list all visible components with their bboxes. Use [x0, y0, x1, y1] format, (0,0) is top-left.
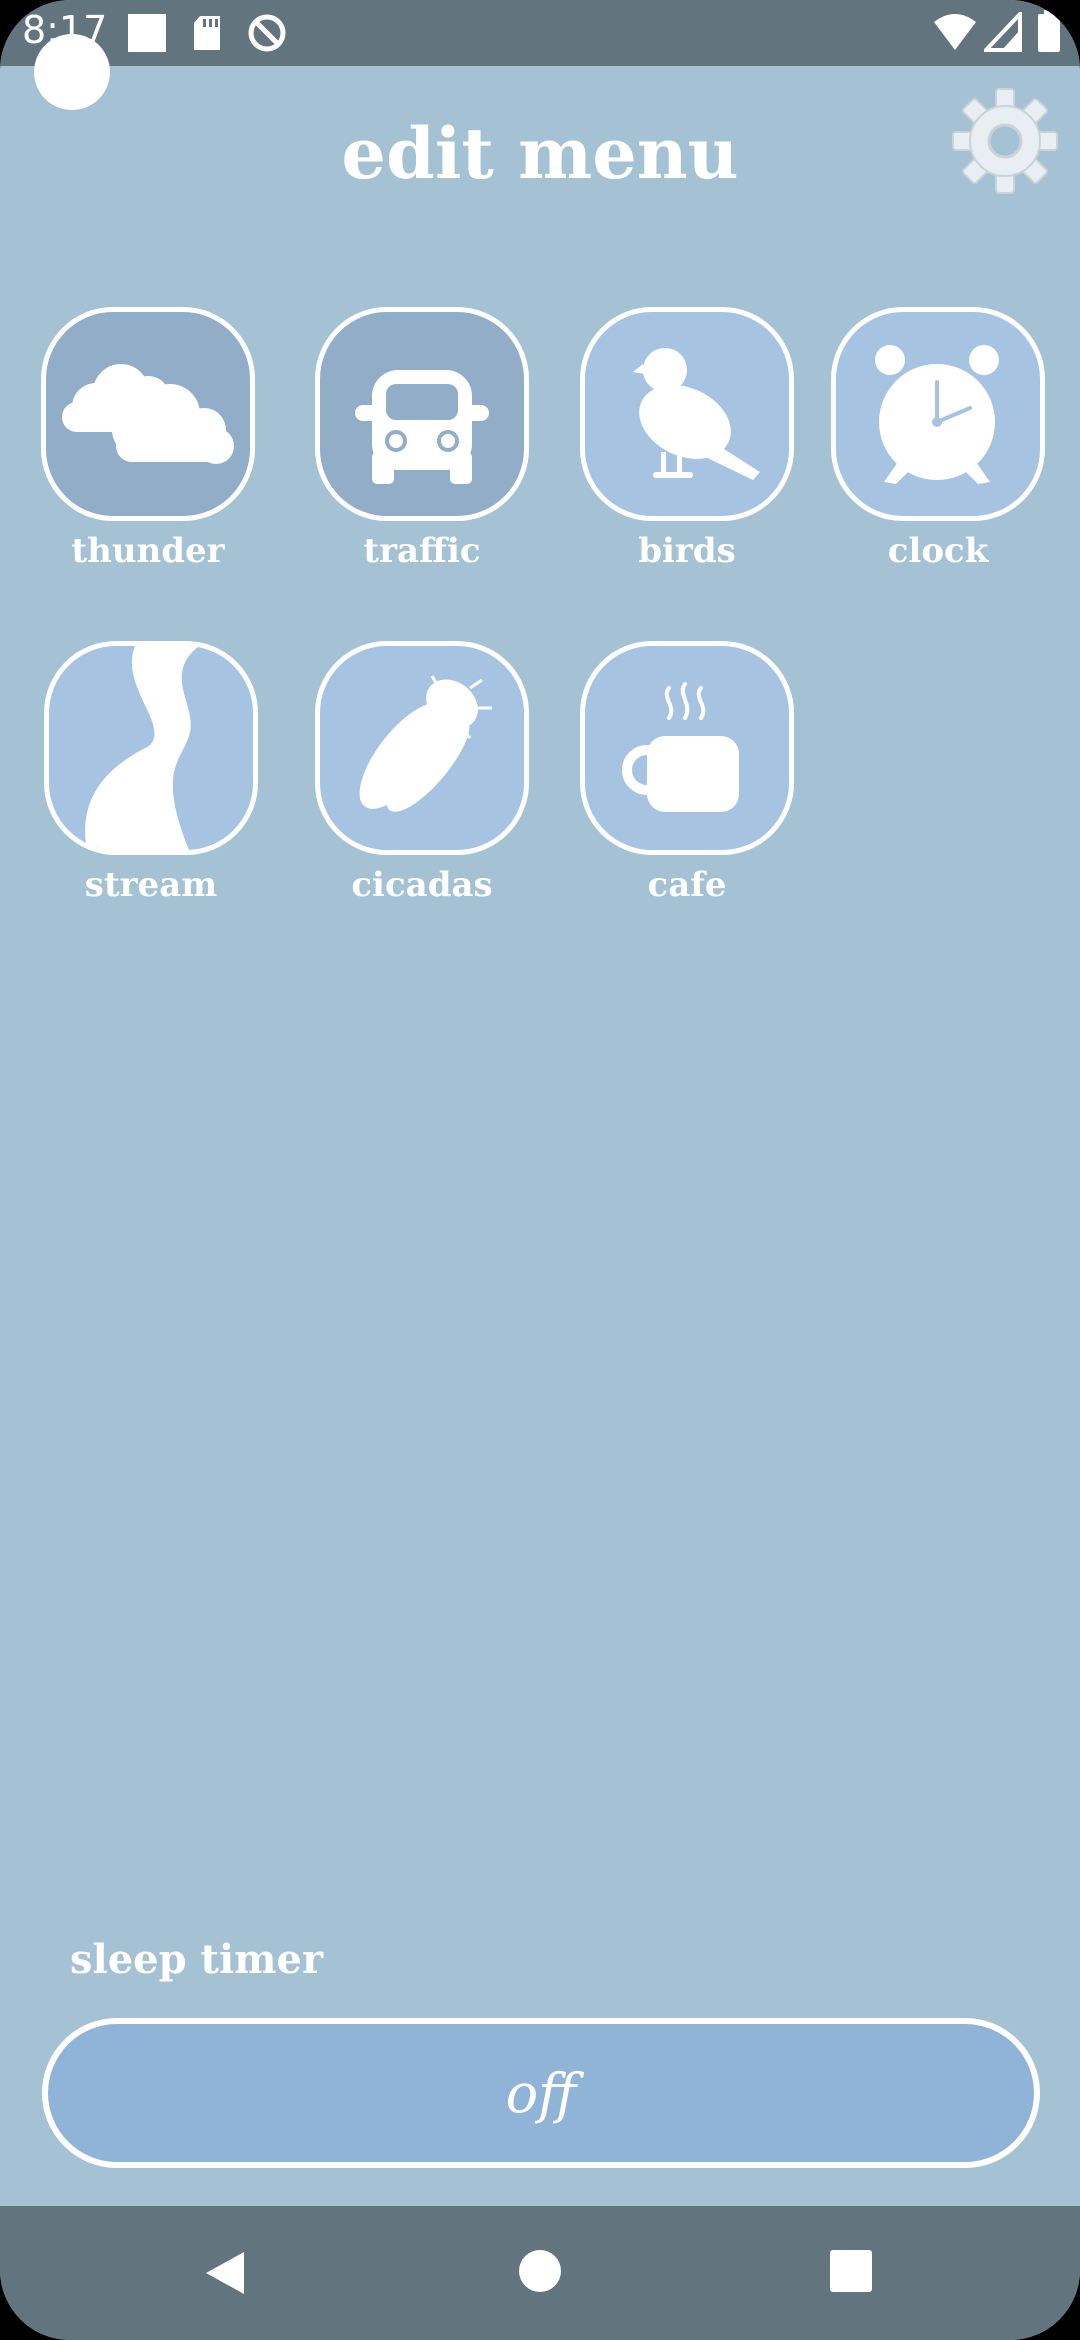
sleep-timer-value: off [505, 2061, 577, 2125]
coffee-cup-icon [622, 682, 739, 812]
floating-indicator-dot [34, 34, 110, 110]
bird-icon [633, 348, 760, 480]
sleep-timer-button[interactable]: off [42, 2018, 1040, 2168]
back-icon[interactable] [200, 2248, 250, 2298]
tile-icon-box [580, 641, 794, 855]
car-icon [355, 370, 489, 484]
stream-icon [85, 646, 199, 850]
tile-label: traffic [363, 531, 481, 571]
navigation-bar [0, 2206, 1080, 2340]
sound-tile-traffic[interactable]: traffic [315, 307, 535, 571]
tile-label: thunder [71, 531, 225, 571]
sleep-timer-label: sleep timer [70, 1936, 324, 1983]
tile-label: cicadas [351, 865, 493, 905]
tile-icon-box [44, 641, 258, 855]
status-bar: 8:17 [0, 0, 1080, 66]
sync-blocked-icon [248, 14, 286, 52]
page-title: edit menu [341, 112, 739, 195]
sound-tile-stream[interactable]: stream [44, 641, 264, 905]
tile-icon-box [580, 307, 794, 521]
home-icon[interactable] [517, 2248, 563, 2294]
square-notification-icon [128, 14, 166, 52]
cloud-icon [62, 364, 234, 464]
app-screen: 8:17 edit menu thunder traffic birds clo… [0, 0, 1080, 2340]
tile-icon-box [315, 307, 529, 521]
tile-icon-box [41, 307, 255, 521]
gear-icon [952, 88, 1058, 194]
settings-button[interactable] [950, 86, 1060, 196]
tile-icon-box [831, 307, 1045, 521]
tile-label: clock [887, 531, 989, 571]
tile-icon-box [315, 641, 529, 855]
sound-tile-thunder[interactable]: thunder [41, 307, 261, 571]
sound-tile-clock[interactable]: clock [831, 307, 1051, 571]
sound-tile-birds[interactable]: birds [580, 307, 800, 571]
sound-tile-cafe[interactable]: cafe [580, 641, 800, 905]
alarm-clock-icon [875, 345, 999, 484]
cicada-icon [359, 675, 492, 812]
tile-label: stream [84, 865, 218, 905]
sound-tile-cicadas[interactable]: cicadas [315, 641, 535, 905]
wifi-icon [934, 14, 976, 50]
tile-label: birds [638, 531, 736, 571]
sd-card-icon [194, 16, 220, 50]
recents-icon[interactable] [830, 2250, 872, 2292]
battery-icon [1038, 10, 1060, 52]
cellular-signal-icon [984, 12, 1022, 52]
tile-label: cafe [647, 865, 727, 905]
